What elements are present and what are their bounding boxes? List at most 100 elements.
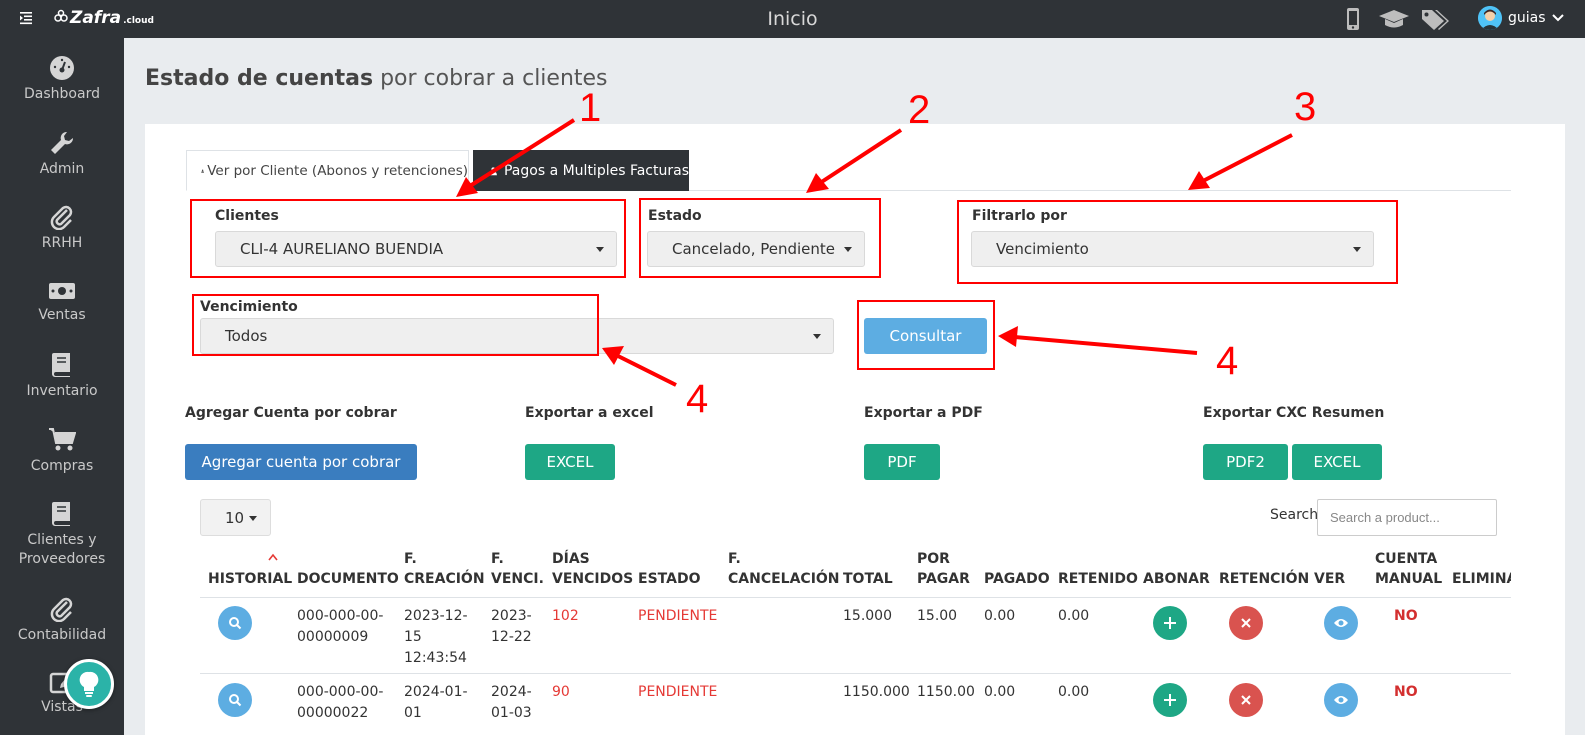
th-documento[interactable]: DOCUMENTO bbox=[297, 569, 399, 589]
help-fab-button[interactable] bbox=[64, 659, 114, 709]
cell-creacion-2: 01 bbox=[404, 705, 422, 721]
search-input[interactable] bbox=[1317, 499, 1497, 536]
brand-logo[interactable]: Zafra .cloud bbox=[54, 8, 154, 28]
th-total[interactable]: TOTAL bbox=[843, 569, 893, 589]
caret-down-icon bbox=[249, 516, 257, 521]
cell-estado: PENDIENTE bbox=[638, 684, 718, 700]
th-elimina[interactable]: ELIMINA bbox=[1452, 569, 1511, 589]
sidebar-item-inventario[interactable]: Inventario bbox=[0, 352, 124, 401]
th-f-venci-1[interactable]: F. bbox=[491, 549, 504, 569]
annotation-number-3: 3 bbox=[1294, 85, 1317, 129]
annotation-number-4a: 4 bbox=[686, 377, 709, 421]
th-retencion[interactable]: RETENCIÓN bbox=[1219, 569, 1309, 589]
tab-pagos-multiples[interactable]: Pagos a Multiples Facturas bbox=[473, 150, 689, 191]
abonar-button[interactable] bbox=[1153, 606, 1187, 640]
exportar-excel-label: Exportar a excel bbox=[525, 405, 654, 421]
estado-select[interactable]: Cancelado, Pendiente bbox=[647, 231, 865, 267]
sidebar-item-compras[interactable]: Compras bbox=[0, 427, 124, 476]
vencimiento-value: Todos bbox=[225, 327, 268, 345]
th-f-cancel-1[interactable]: F. bbox=[728, 549, 741, 569]
cart-icon bbox=[49, 428, 76, 451]
filtrar-select[interactable]: Vencimiento bbox=[971, 231, 1374, 267]
sort-ascending-icon[interactable] bbox=[268, 553, 278, 561]
user-menu[interactable]: guias bbox=[1478, 6, 1564, 30]
lightbulb-icon bbox=[79, 671, 99, 697]
sidebar-item-label: Contabilidad bbox=[17, 627, 107, 643]
ver-button[interactable] bbox=[1324, 683, 1358, 717]
excel-resumen-button[interactable]: EXCEL bbox=[1292, 444, 1382, 480]
money-icon bbox=[49, 283, 75, 299]
graduation-cap-icon[interactable] bbox=[1378, 7, 1410, 31]
th-f-creacion-1[interactable]: F. bbox=[404, 549, 417, 569]
cell-total: 1150.000 bbox=[843, 684, 910, 700]
th-historial[interactable]: HISTORIAL bbox=[208, 569, 292, 589]
th-dias-1[interactable]: DÍAS bbox=[552, 549, 590, 569]
pdf-export-button[interactable]: PDF bbox=[864, 444, 940, 480]
exportar-resumen-label: Exportar CXC Resumen bbox=[1203, 405, 1385, 421]
th-abonar[interactable]: ABONAR bbox=[1143, 569, 1210, 589]
vencimiento-select[interactable]: Todos bbox=[200, 318, 834, 354]
pdf2-export-button[interactable]: PDF2 bbox=[1203, 444, 1288, 480]
sidebar-item-label: Inventario bbox=[26, 383, 98, 399]
page-size-select[interactable]: 10 bbox=[200, 499, 271, 536]
th-f-venci-2[interactable]: VENCI. bbox=[491, 569, 544, 589]
th-dias-2[interactable]: VENCIDOS bbox=[552, 569, 633, 589]
sidebar-item-label: Dashboard bbox=[24, 86, 100, 102]
tab-ver-por-cliente[interactable]: Ver por Cliente (Abonos y retenciones) bbox=[186, 150, 469, 191]
th-estado[interactable]: ESTADO bbox=[638, 569, 700, 589]
sidebar-item-label: Ventas bbox=[38, 307, 86, 323]
sidebar-item-label: RRHH bbox=[41, 235, 83, 251]
mobile-icon[interactable] bbox=[1340, 7, 1366, 31]
heading-main: Estado de cuentas bbox=[145, 66, 374, 91]
estado-value: Cancelado, Pendiente bbox=[672, 240, 836, 258]
top-bar: Zafra .cloud Inicio guias bbox=[0, 0, 1585, 38]
brand-name: Zafra bbox=[70, 8, 122, 28]
agregar-cuenta-button[interactable]: Agregar cuenta por cobrar bbox=[185, 444, 417, 480]
vencimiento-label: Vencimiento bbox=[200, 299, 298, 315]
estado-label: Estado bbox=[648, 208, 702, 224]
sidebar-item-clientes-proveedores[interactable]: Clientes y Proveedores bbox=[0, 501, 124, 569]
close-icon bbox=[1241, 695, 1251, 705]
tags-icon[interactable] bbox=[1420, 7, 1450, 31]
th-por-pagar-2[interactable]: PAGAR bbox=[917, 569, 970, 589]
th-retenido[interactable]: RETENIDO bbox=[1058, 569, 1138, 589]
sidebar-item-dashboard[interactable]: Dashboard bbox=[0, 55, 124, 104]
table-header-divider bbox=[200, 597, 1511, 598]
retencion-button[interactable] bbox=[1229, 606, 1263, 640]
agregar-label: Agregar Cuenta por cobrar bbox=[185, 405, 397, 421]
table-row-divider bbox=[200, 673, 1511, 674]
historial-search-button[interactable] bbox=[218, 606, 252, 640]
th-f-cancel-2[interactable]: CANCELACIÓN bbox=[728, 569, 840, 589]
annotation-number-1: 1 bbox=[579, 86, 602, 130]
cell-dias-vencidos: 90 bbox=[552, 684, 570, 700]
cell-venci-2: 01-03 bbox=[491, 705, 532, 721]
search-icon bbox=[229, 617, 242, 630]
menu-toggle-icon[interactable] bbox=[18, 10, 34, 26]
caret-down-icon bbox=[596, 247, 604, 252]
search-icon bbox=[229, 694, 242, 707]
th-cuenta-manual-1[interactable]: CUENTA bbox=[1375, 549, 1437, 569]
th-pagado[interactable]: PAGADO bbox=[984, 569, 1050, 589]
sidebar-item-ventas[interactable]: Ventas bbox=[0, 280, 124, 325]
abonar-button[interactable] bbox=[1153, 683, 1187, 717]
th-por-pagar-1[interactable]: POR bbox=[917, 549, 950, 569]
excel-export-button[interactable]: EXCEL bbox=[525, 444, 615, 480]
consultar-button[interactable]: Consultar bbox=[864, 318, 987, 354]
historial-search-button[interactable] bbox=[218, 683, 252, 717]
book-icon bbox=[52, 353, 70, 377]
retencion-button[interactable] bbox=[1229, 683, 1263, 717]
th-ver[interactable]: VER bbox=[1314, 569, 1345, 589]
book-icon bbox=[52, 502, 70, 526]
clientes-select[interactable]: CLI-4 AURELIANO BUENDIA bbox=[215, 231, 617, 267]
sidebar-item-admin[interactable]: Admin bbox=[0, 130, 124, 179]
chevron-down-icon bbox=[1551, 14, 1564, 22]
th-cuenta-manual-2[interactable]: MANUAL bbox=[1375, 569, 1442, 589]
caret-down-icon bbox=[844, 247, 852, 252]
sidebar-item-rrhh[interactable]: RRHH bbox=[0, 204, 124, 253]
sidebar-item-contabilidad[interactable]: Contabilidad bbox=[0, 596, 124, 645]
th-f-creacion-2[interactable]: CREACIÓN bbox=[404, 569, 485, 589]
tab-label: Ver por Cliente (Abonos y retenciones) bbox=[207, 162, 468, 179]
ver-button[interactable] bbox=[1324, 606, 1358, 640]
cell-total: 15.000 bbox=[843, 608, 892, 624]
brand-suffix: .cloud bbox=[123, 16, 154, 26]
